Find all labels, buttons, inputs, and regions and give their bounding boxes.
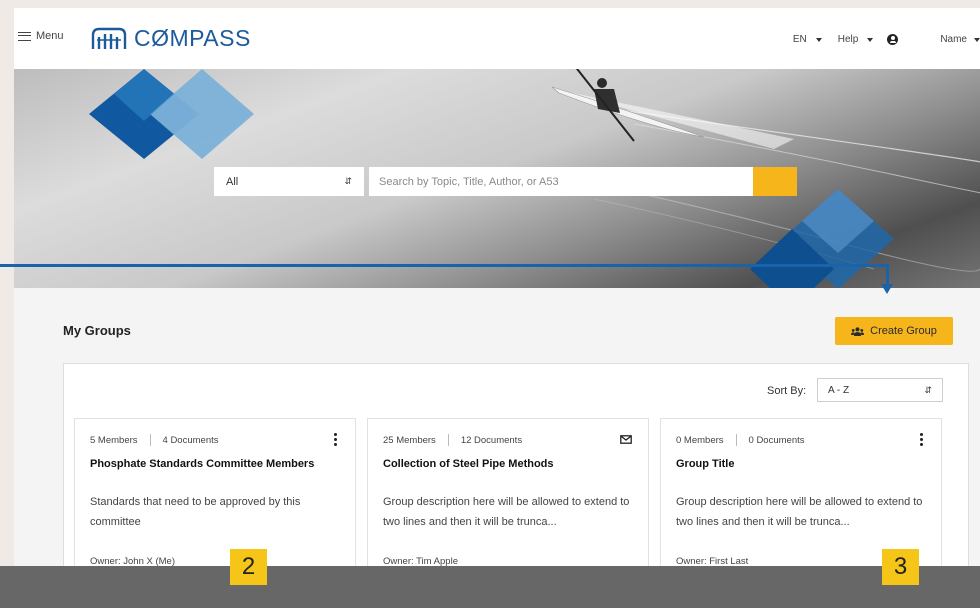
user-name-dropdown[interactable]: Name [940, 34, 980, 45]
divider [447, 434, 449, 446]
document-count: 0 Documents [748, 434, 805, 446]
divider [149, 434, 151, 446]
hamburger-icon [18, 31, 31, 41]
chevron-down-icon [974, 37, 980, 42]
group-description: Standards that need to be approved by th… [90, 496, 301, 528]
member-count: 0 Members [676, 434, 724, 446]
top-header: Menu CØMPASS EN Help Name [14, 8, 980, 69]
group-card[interactable]: 25 Members 12 Documents Collection of St… [367, 418, 649, 588]
header-actions: EN Help Name [793, 34, 980, 45]
tutorial-overlay-bar [0, 566, 980, 608]
envelope-icon[interactable] [620, 435, 632, 444]
create-group-label: Create Group [870, 325, 937, 337]
search-input[interactable] [369, 167, 753, 196]
step-badge: 2 [230, 549, 267, 585]
more-options-icon[interactable] [920, 433, 924, 446]
menu-label: Menu [36, 30, 64, 42]
menu-button[interactable]: Menu [18, 30, 64, 42]
document-count: 4 Documents [162, 434, 219, 446]
search-bar: All ⇵ [214, 167, 797, 196]
more-options-icon[interactable] [334, 433, 338, 446]
group-title[interactable]: Collection of Steel Pipe Methods [383, 458, 636, 470]
callout-line-vertical [886, 264, 889, 286]
sort-by-select[interactable]: A - Z ⇵ [817, 378, 943, 402]
group-icon [851, 326, 865, 336]
sort-by-value: A - Z [828, 384, 850, 396]
group-title[interactable]: Phosphate Standards Committee Members [90, 458, 343, 470]
astm-seal-icon [91, 27, 127, 49]
hero-banner: All ⇵ [14, 69, 980, 288]
group-card[interactable]: 5 Members 4 Documents Phosphate Standard… [74, 418, 356, 588]
group-card-meta: 0 Members 0 Documents [676, 434, 805, 446]
document-count: 12 Documents [460, 434, 523, 446]
chevron-down-icon [815, 37, 822, 42]
group-description: Group description here will be allowed t… [676, 496, 923, 528]
astm-compass-logo[interactable]: CØMPASS [90, 25, 251, 52]
search-icon [214, 167, 226, 179]
member-count: 5 Members [90, 434, 138, 446]
user-name-label: Name [940, 34, 967, 45]
help-dropdown[interactable]: Help [838, 34, 874, 45]
my-groups-heading: My Groups [63, 323, 131, 338]
member-count: 25 Members [383, 434, 436, 446]
search-button[interactable] [214, 167, 797, 196]
group-description: Group description here will be allowed t… [383, 496, 630, 528]
chevron-down-icon [867, 37, 874, 42]
create-group-button[interactable]: Create Group [835, 317, 953, 345]
step-badge: 3 [882, 549, 919, 585]
search-scope-select[interactable]: All ⇵ [214, 167, 364, 196]
search-scope-value: All [226, 175, 239, 188]
page: Menu CØMPASS EN Help Name All ⇵ Search b… [14, 8, 980, 608]
language-dropdown[interactable]: EN [793, 34, 822, 45]
callout-line [0, 264, 889, 267]
sort-arrows-icon: ⇵ [344, 176, 352, 186]
group-title[interactable]: Group Title [676, 458, 929, 470]
sort-arrows-icon: ⇵ [924, 384, 932, 395]
group-card-meta: 5 Members 4 Documents [90, 434, 219, 446]
help-label: Help [837, 34, 859, 45]
divider [735, 434, 737, 446]
logo-text: CØMPASS [134, 25, 251, 51]
callout-arrow-icon [881, 284, 893, 294]
language-label: EN [792, 34, 807, 45]
user-account-icon[interactable] [887, 34, 899, 45]
group-card-meta: 25 Members 12 Documents [383, 434, 522, 446]
sort-by-label: Sort By: [767, 385, 807, 397]
